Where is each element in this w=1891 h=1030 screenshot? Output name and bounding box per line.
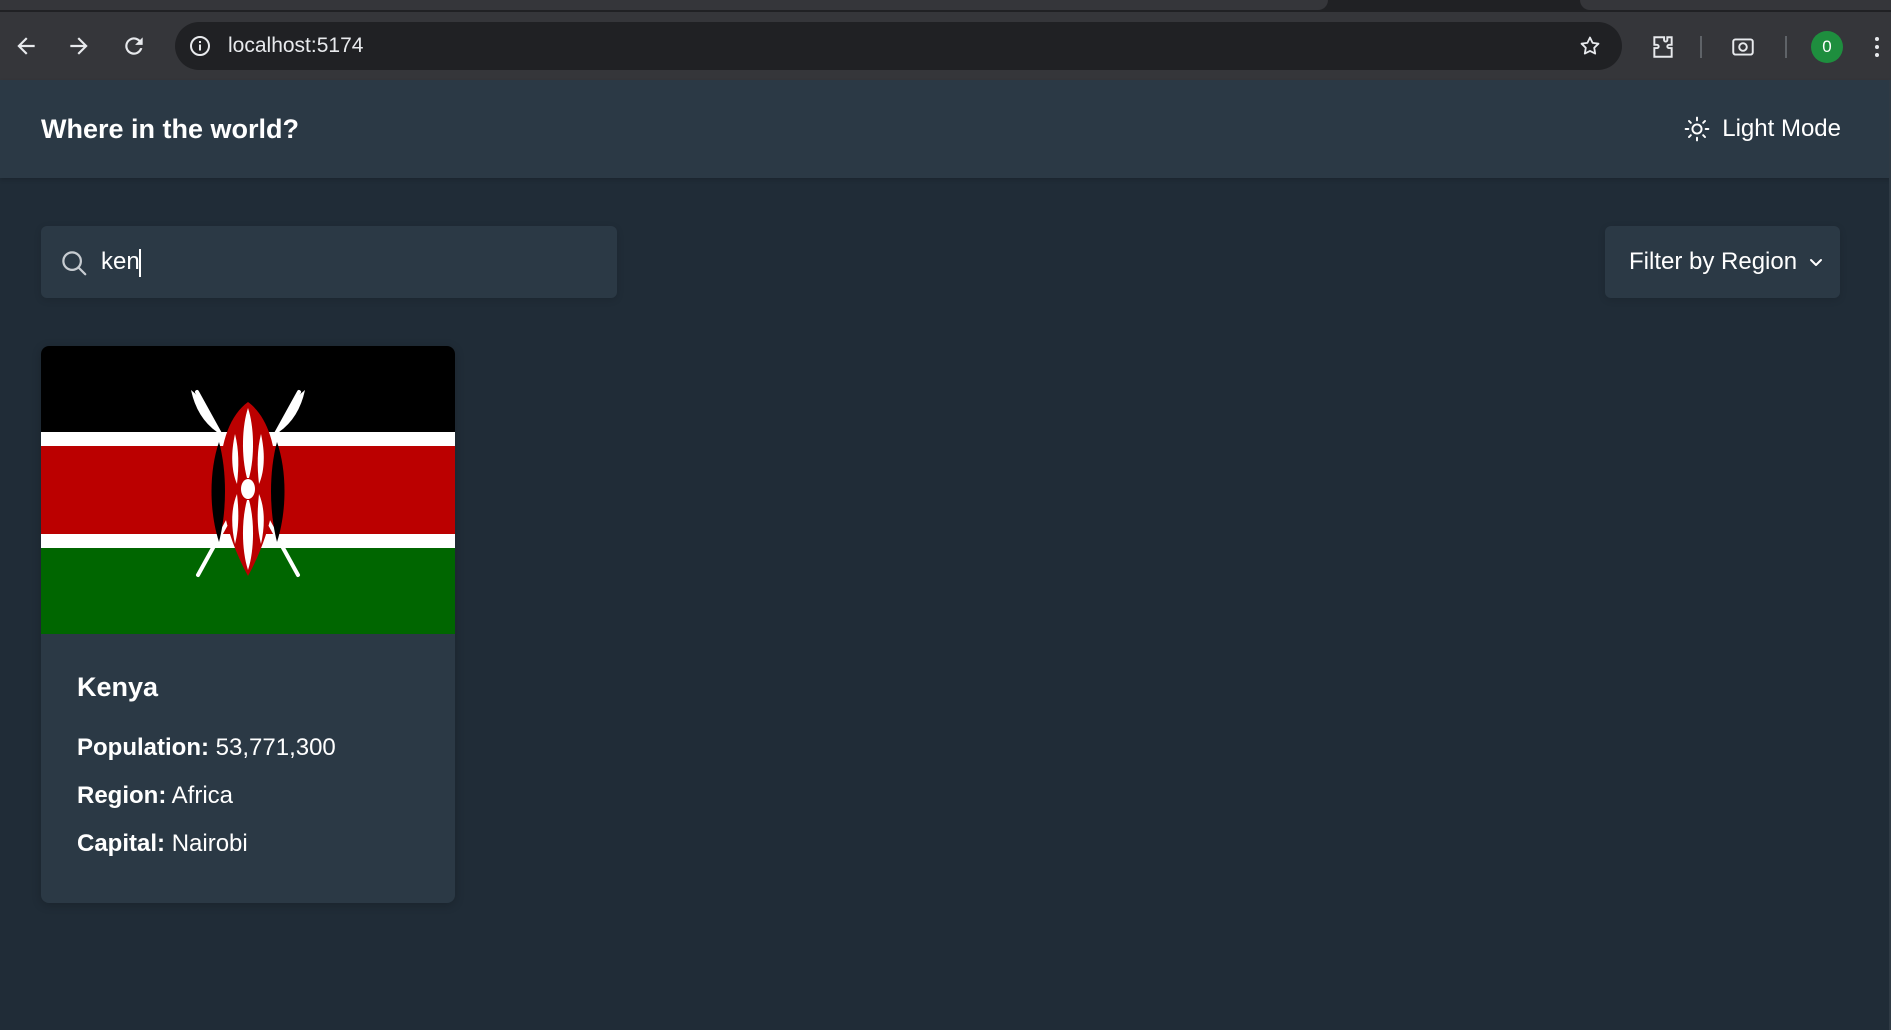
country-card-body: Kenya Population: 53,771,300 Region: Afr…	[77, 672, 336, 877]
region-value: Africa	[171, 782, 234, 809]
text-cursor	[139, 249, 141, 277]
theme-toggle-button[interactable]: Light Mode	[1684, 80, 1841, 178]
browser-tab[interactable]	[0, 0, 1328, 10]
address-bar[interactable]: localhost:5174	[175, 22, 1622, 70]
toolbar-divider	[1700, 36, 1702, 58]
bookmark-star-icon[interactable]	[1576, 32, 1604, 60]
screenshot-icon[interactable]	[1728, 32, 1758, 62]
region-row: Region: Africa	[77, 781, 336, 810]
region-label: Region:	[77, 782, 167, 809]
search-box[interactable]	[41, 226, 617, 298]
region-filter-label: Filter by Region	[1629, 248, 1798, 275]
reload-button[interactable]	[112, 24, 156, 68]
chevron-down-icon	[1810, 259, 1822, 266]
browser-tab[interactable]	[1580, 0, 1891, 10]
browser-toolbar: localhost:5174 0	[0, 12, 1891, 80]
country-card[interactable]: Kenya Population: 53,771,300 Region: Afr…	[41, 346, 455, 903]
arrow-right-icon	[70, 37, 88, 55]
address-url[interactable]: localhost:5174	[228, 22, 363, 70]
browser-tab-strip	[0, 0, 1891, 12]
search-icon	[62, 251, 87, 276]
profile-avatar[interactable]: 0	[1811, 31, 1843, 63]
population-label: Population:	[77, 734, 209, 761]
search-input[interactable]	[101, 226, 601, 298]
capital-value: Nairobi	[171, 830, 248, 857]
population-value: 53,771,300	[215, 734, 336, 761]
browser-menu-icon[interactable]	[1870, 32, 1884, 62]
back-button[interactable]	[4, 24, 48, 68]
toolbar-divider	[1785, 36, 1787, 58]
region-filter-dropdown[interactable]: Filter by Region	[1605, 226, 1840, 298]
country-name: Kenya	[77, 672, 159, 702]
sun-icon	[1684, 116, 1710, 142]
theme-toggle-label: Light Mode	[1722, 115, 1841, 142]
site-info-icon[interactable]	[185, 31, 215, 61]
app-title: Where in the world?	[41, 114, 300, 144]
forward-button[interactable]	[57, 24, 101, 68]
kenya-flag-image	[41, 346, 455, 634]
population-row: Population: 53,771,300	[77, 733, 336, 762]
capital-label: Capital:	[77, 830, 166, 857]
extensions-icon[interactable]	[1648, 32, 1678, 62]
reload-icon	[125, 37, 143, 55]
app-header: Where in the world? Light Mode	[0, 80, 1891, 178]
arrow-left-icon	[17, 37, 35, 55]
capital-row: Capital: Nairobi	[77, 829, 336, 858]
